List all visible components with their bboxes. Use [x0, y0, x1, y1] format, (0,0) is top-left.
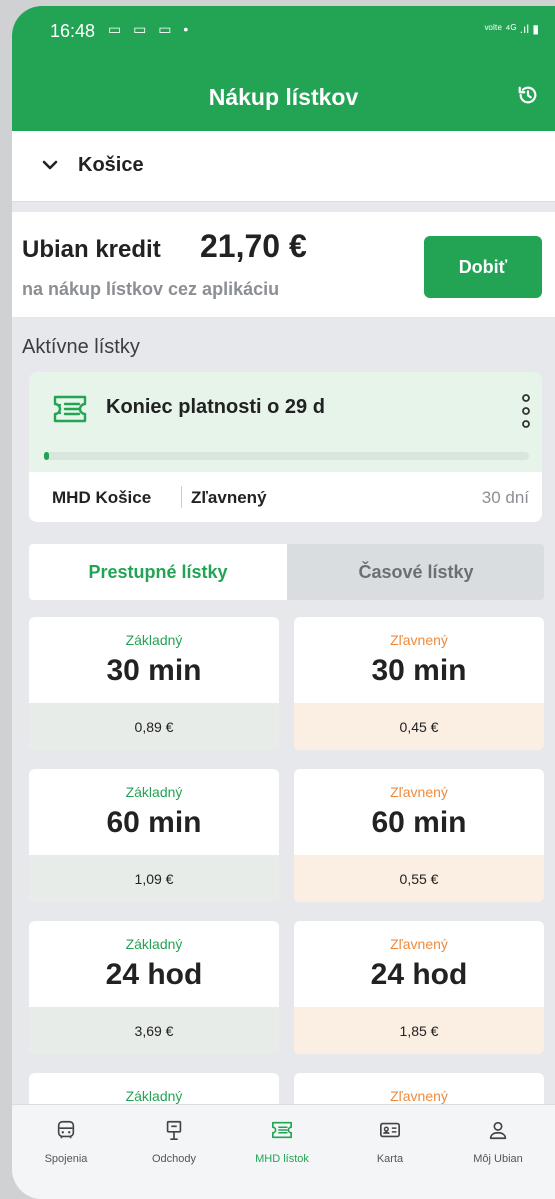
city-selector[interactable]: Košice	[12, 131, 555, 202]
ticket-price: 0,55 €	[294, 855, 544, 902]
ticket-duration: 30 min	[106, 654, 202, 687]
ticket-tabs: Prestupné lístky Časové lístky	[29, 544, 544, 600]
credit-panel: Ubian kredit 21,70 € na nákup lístkov ce…	[12, 212, 555, 317]
ticket-duration: 30 dní	[481, 488, 529, 507]
ticket-category: Základný	[125, 632, 183, 648]
ticket-category: Základný	[125, 784, 183, 800]
progress-fill	[44, 452, 49, 460]
ticket-category: Zľavnený	[390, 936, 448, 952]
divider	[181, 486, 182, 508]
ticket-duration: 60 min	[106, 806, 202, 839]
ticket-details: MHD Košice Zľavnený 30 dní	[29, 472, 542, 522]
ticket-category: Zľavnený	[390, 1088, 448, 1104]
ticket-price: 1,09 €	[29, 855, 279, 902]
app-screen: 16:48 ▭ ▭ ▭ • ᵛᵒˡᵗᵉ ⁴ᴳ .ıl ▮ Nákup lístk…	[12, 6, 555, 1199]
active-tickets-heading: Aktívne lístky	[22, 336, 140, 358]
stop-sign-icon	[166, 1120, 182, 1140]
ticket-option[interactable]: Základný 24 hod 3,69 €	[29, 921, 279, 1054]
user-icon	[489, 1121, 507, 1140]
more-options-icon[interactable]	[520, 392, 532, 430]
nav-label: Karta	[376, 1153, 404, 1165]
ticket-category: Základný	[125, 936, 183, 952]
ticket-price: 1,85 €	[294, 1007, 544, 1054]
ticket-price: 0,89 €	[29, 703, 279, 750]
status-time: 16:48	[50, 21, 96, 41]
page-title: Nákup lístkov	[208, 84, 359, 110]
ticket-type: Zľavnený	[191, 488, 267, 507]
ticket-category: Základný	[125, 1088, 183, 1104]
ticket-category: Zľavnený	[390, 632, 448, 648]
nav-departures[interactable]: Odchody	[120, 1105, 228, 1199]
credit-label: Ubian kredit	[22, 236, 161, 263]
notification-icons: ▭ ▭ ▭ •	[108, 21, 193, 37]
credit-value: 21,70 €	[200, 228, 307, 264]
nav-my-ubian[interactable]: Môj Ubian	[444, 1105, 552, 1199]
ticket-option[interactable]: Zľavnený 60 min 0,55 €	[294, 769, 544, 902]
ticket-icon	[53, 395, 87, 423]
signal-battery-icons: ᵛᵒˡᵗᵉ ⁴ᴳ .ıl ▮	[484, 22, 539, 36]
tab-time-tickets[interactable]: Časové lístky	[287, 544, 544, 600]
active-ticket-card[interactable]: Koniec platnosti o 29 d MHD Košice Zľavn…	[29, 372, 542, 522]
bottom-navigation: Spojenia Odchody MHD lístok Karta Môj Ub…	[12, 1104, 555, 1199]
ticket-option[interactable]: Základný 30 min 0,89 €	[29, 617, 279, 750]
validity-progress-bar	[44, 452, 529, 460]
nav-label: Odchody	[151, 1153, 197, 1165]
card-icon	[380, 1122, 400, 1138]
nav-label: Spojenia	[44, 1153, 88, 1165]
credit-subtitle: na nákup lístkov cez aplikáciu	[22, 279, 280, 299]
ticket-expiry: Koniec platnosti o 29 d	[106, 396, 325, 418]
nav-mhd-ticket[interactable]: MHD lístok	[228, 1105, 336, 1199]
ticket-category: Zľavnený	[390, 784, 448, 800]
bus-icon	[57, 1120, 75, 1139]
status-bar: 16:48 ▭ ▭ ▭ • ᵛᵒˡᵗᵉ ⁴ᴳ .ıl ▮	[12, 6, 555, 56]
ticket-duration: 60 min	[371, 806, 467, 839]
tab-transfer-tickets[interactable]: Prestupné lístky	[29, 544, 287, 600]
nav-label: MHD lístok	[255, 1153, 309, 1165]
app-header: 16:48 ▭ ▭ ▭ • ᵛᵒˡᵗᵉ ⁴ᴳ .ıl ▮ Nákup lístk…	[12, 6, 555, 131]
ticket-duration: 24 hod	[105, 958, 203, 991]
ticket-price: 3,69 €	[29, 1007, 279, 1054]
ticket-icon	[272, 1121, 292, 1139]
ticket-duration: 24 hod	[370, 958, 468, 991]
topup-button[interactable]: Dobiť	[424, 236, 542, 298]
ticket-option[interactable]: Základný 60 min 1,09 €	[29, 769, 279, 902]
nav-connections[interactable]: Spojenia	[12, 1105, 120, 1199]
nav-card[interactable]: Karta	[336, 1105, 444, 1199]
ticket-option[interactable]: Zľavnený 30 min 0,45 €	[294, 617, 544, 750]
ticket-price: 0,45 €	[294, 703, 544, 750]
ticket-city: MHD Košice	[52, 488, 152, 507]
city-name: Košice	[78, 154, 144, 176]
ticket-duration: 30 min	[371, 654, 467, 687]
chevron-down-icon	[42, 160, 58, 170]
history-icon[interactable]	[517, 84, 539, 106]
nav-label: Môj Ubian	[473, 1153, 523, 1165]
ticket-option[interactable]: Zľavnený 24 hod 1,85 €	[294, 921, 544, 1054]
